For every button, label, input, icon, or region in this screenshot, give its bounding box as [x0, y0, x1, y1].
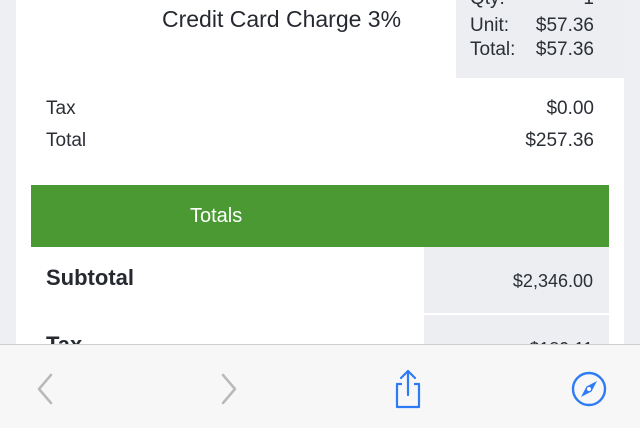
line-total-value: $57.36 — [535, 39, 594, 60]
qty-label: Qty: — [470, 0, 530, 10]
chevron-left-icon — [37, 373, 53, 405]
qty-row: Qty:1 — [470, 0, 594, 10]
line-total-row: Total: $57.36 — [470, 39, 594, 61]
browser-toolbar — [0, 344, 640, 428]
line-item-qty-box: Qty:1 Unit: $57.36 Total: $57.36 — [456, 0, 624, 78]
safari-button[interactable] — [567, 367, 611, 411]
line-item-title: Credit Card Charge 3% — [162, 6, 402, 32]
summary-total-value: $257.36 — [525, 130, 594, 151]
share-icon — [395, 369, 421, 409]
summary-total-label: Total — [46, 130, 87, 151]
share-button[interactable] — [386, 367, 430, 411]
summary-tax-value: $0.00 — [546, 98, 594, 119]
invoice-card: Credit Card Charge 3% Qty:1 Unit: $57.36 … — [16, 0, 624, 350]
subtotal-value-cell: $2,346.00 — [424, 247, 609, 313]
line-total-label: Total: — [470, 39, 516, 60]
summary-tax-label: Tax — [46, 98, 76, 119]
totals-header-label: Totals — [190, 205, 243, 227]
subtotal-value: $2,346.00 — [512, 271, 593, 291]
forward-button[interactable] — [206, 367, 250, 411]
qty-value: 1 — [530, 0, 594, 10]
back-button[interactable] — [24, 367, 68, 411]
subtotal-label: Subtotal — [46, 265, 134, 290]
totals-header: Totals — [31, 185, 609, 247]
chevron-right-icon — [221, 373, 237, 405]
summary-tax-row: Tax $0.00 — [46, 98, 594, 120]
unit-value: $57.36 — [535, 15, 594, 36]
unit-row: Unit: $57.36 — [470, 15, 594, 37]
summary-total-row: Total $257.36 — [46, 130, 594, 152]
unit-label: Unit: — [470, 15, 510, 36]
compass-icon — [571, 371, 607, 407]
